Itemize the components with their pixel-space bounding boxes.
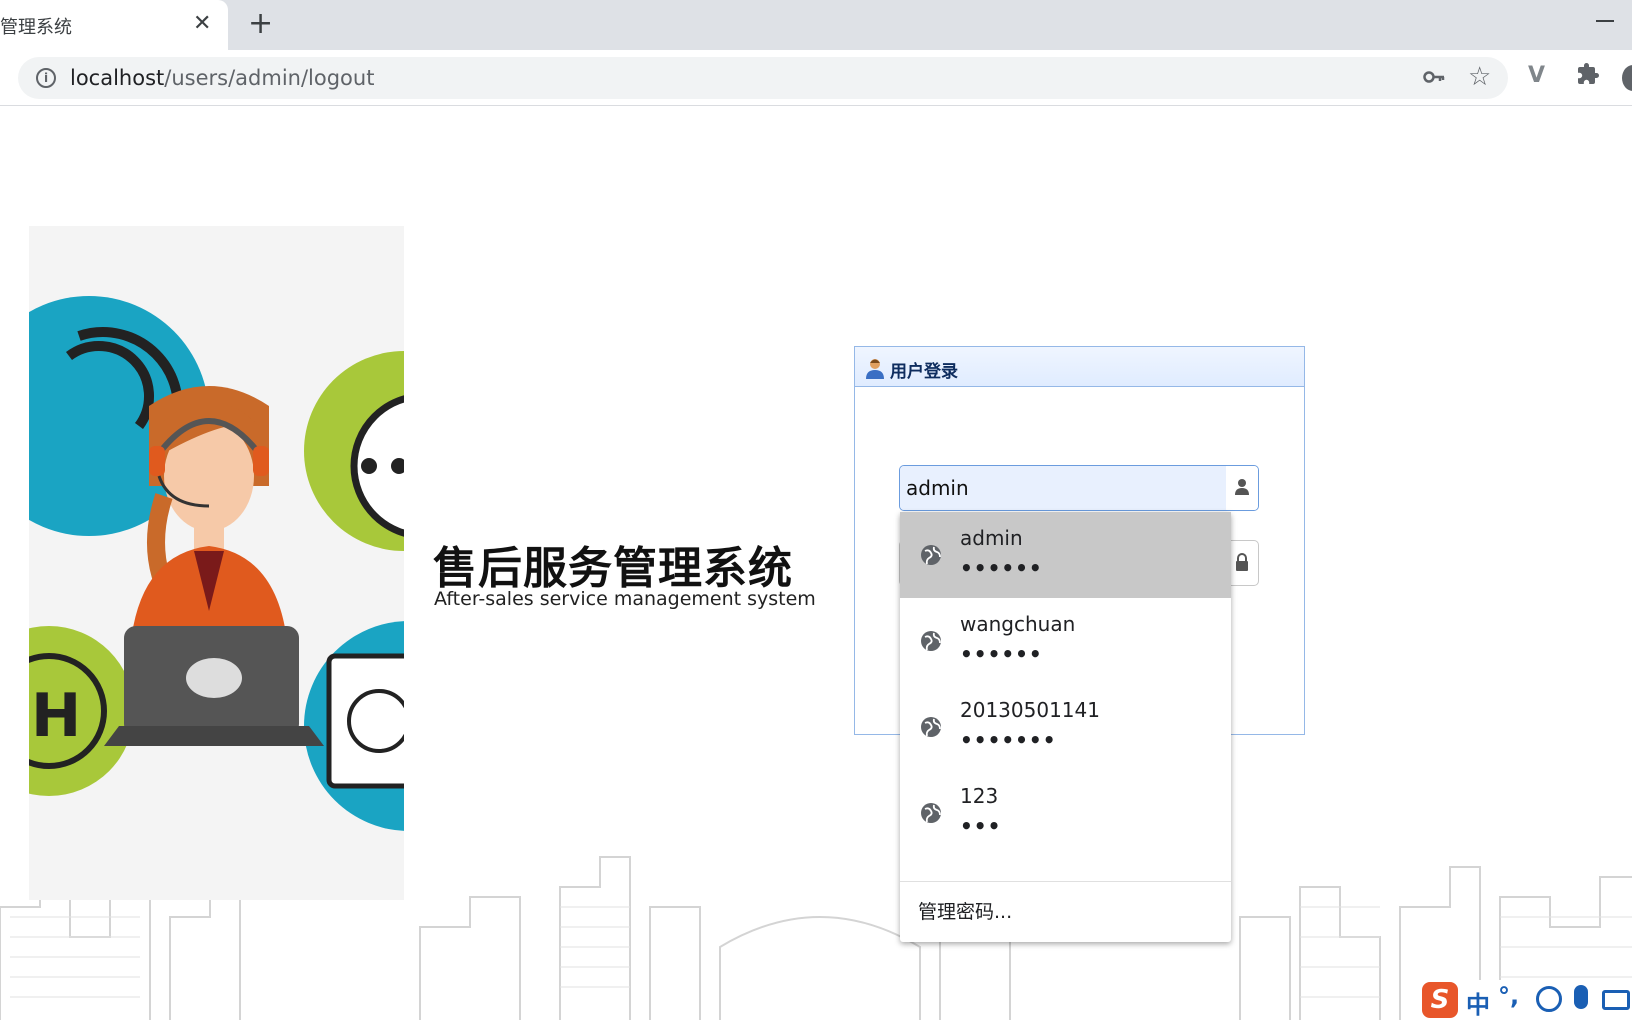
url-text[interactable]: localhost/users/admin/logout — [70, 66, 374, 90]
url-host: localhost — [70, 66, 165, 90]
system-subtitle: After-sales service management system — [434, 588, 816, 610]
suggestion-username: 123 — [960, 784, 999, 808]
customer-service-illustration: H — [29, 226, 404, 900]
user-icon — [866, 359, 884, 379]
login-panel-title: 用户登录 — [890, 362, 958, 382]
login-panel-header: 用户登录 — [855, 347, 1304, 387]
suggestion-password-mask: •••••• — [960, 642, 1043, 666]
bookmark-star-icon[interactable]: ☆ — [1468, 62, 1491, 92]
manage-passwords-link[interactable]: 管理密码... — [918, 897, 1012, 924]
ime-chinese-mode-toggle[interactable]: 中 — [1466, 985, 1490, 1020]
ime-toolbar: S 中 °, — [1418, 980, 1632, 1020]
suggestion-password-mask: ••••••• — [960, 728, 1057, 752]
browser-toolbar: i localhost/users/admin/logout ☆ V — [0, 50, 1632, 106]
ime-punctuation-toggle[interactable]: °, — [1498, 982, 1519, 1010]
autofill-suggestion[interactable]: wangchuan •••••• — [900, 598, 1231, 684]
emoji-icon[interactable] — [1536, 986, 1562, 1012]
password-autofill-dropdown: admin •••••• wangchuan •••••• 2013050114… — [900, 512, 1231, 942]
svg-text:H: H — [31, 681, 81, 751]
url-path: /users/admin/logout — [164, 66, 375, 90]
globe-icon — [921, 631, 941, 651]
autofill-suggestion[interactable]: 123 ••• — [900, 770, 1231, 856]
suggestion-username: wangchuan — [960, 612, 1076, 636]
browser-tab[interactable]: 管理系统 ✕ — [0, 0, 228, 50]
username-field[interactable] — [899, 465, 1259, 511]
autofill-suggestion[interactable]: admin •••••• — [900, 512, 1231, 598]
suggestion-username: admin — [960, 526, 1023, 550]
system-title: 售后服务管理系统 — [433, 543, 793, 594]
globe-icon — [921, 717, 941, 737]
suggestion-password-mask: •••••• — [960, 556, 1043, 580]
vue-devtools-extension-icon[interactable]: V — [1528, 63, 1545, 88]
dropdown-divider — [900, 881, 1231, 882]
login-page: H 售后服务管理系统 After-sales service managemen… — [0, 107, 1632, 1020]
site-info-icon[interactable]: i — [36, 68, 56, 88]
tab-title: 管理系统 — [0, 17, 72, 38]
address-bar[interactable]: i localhost/users/admin/logout ☆ — [18, 57, 1508, 99]
autofill-suggestion[interactable]: 20130501141 ••••••• — [900, 684, 1231, 770]
microphone-icon[interactable] — [1574, 985, 1588, 1009]
minimize-window-button[interactable] — [1596, 20, 1614, 22]
keyboard-icon[interactable] — [1602, 990, 1630, 1010]
person-icon — [1235, 479, 1249, 495]
globe-icon — [921, 803, 941, 823]
new-tab-button[interactable]: + — [248, 9, 273, 39]
username-input[interactable] — [900, 466, 1226, 510]
profile-avatar[interactable] — [1622, 65, 1632, 91]
suggestion-password-mask: ••• — [960, 814, 1002, 838]
tab-strip: 管理系统 ✕ + — [0, 0, 1632, 50]
username-addon — [1226, 466, 1258, 510]
close-tab-icon[interactable]: ✕ — [193, 11, 211, 37]
sogou-ime-logo[interactable]: S — [1422, 982, 1458, 1018]
lock-icon — [1236, 553, 1248, 571]
suggestion-username: 20130501141 — [960, 698, 1100, 722]
globe-icon — [921, 545, 941, 565]
puzzle-icon[interactable] — [1576, 62, 1600, 92]
key-icon[interactable] — [1422, 65, 1446, 95]
